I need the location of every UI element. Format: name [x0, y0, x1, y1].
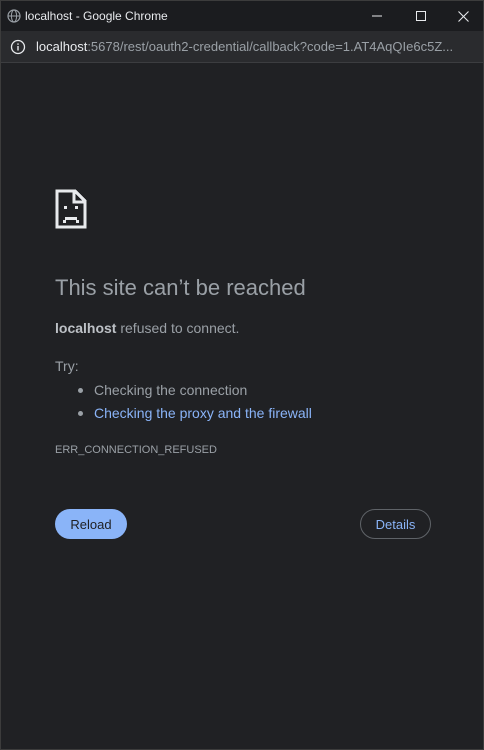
- minimize-button[interactable]: [355, 1, 399, 31]
- suggestion-check-proxy-link[interactable]: Checking the proxy and the firewall: [55, 402, 312, 425]
- maximize-button[interactable]: [399, 1, 443, 31]
- close-button[interactable]: [441, 1, 483, 31]
- suggestion-check-connection: Checking the connection: [55, 379, 312, 402]
- title-bar: localhost - Google Chrome: [1, 1, 483, 31]
- close-icon: [457, 10, 469, 22]
- refused-message: localhost refused to connect.: [55, 320, 239, 336]
- url-host: localhost: [36, 39, 88, 54]
- refused-host: localhost: [55, 320, 117, 336]
- reload-button[interactable]: Reload: [55, 509, 127, 539]
- minimize-icon: [372, 15, 382, 17]
- details-button[interactable]: Details: [360, 509, 431, 539]
- info-icon[interactable]: [10, 39, 26, 55]
- error-code: ERR_CONNECTION_REFUSED: [55, 444, 217, 456]
- window-title: localhost - Google Chrome: [25, 9, 168, 23]
- try-label: Try:: [55, 358, 79, 374]
- refused-text: refused to connect.: [116, 320, 240, 336]
- address-bar[interactable]: localhost:5678/rest/oauth2-credential/ca…: [1, 31, 483, 63]
- sad-page-icon: [55, 189, 87, 229]
- maximize-icon: [416, 11, 426, 21]
- globe-icon: [7, 9, 21, 23]
- error-page: This site can’t be reached localhost ref…: [1, 63, 483, 749]
- error-heading: This site can’t be reached: [55, 275, 306, 300]
- url-text[interactable]: localhost:5678/rest/oauth2-credential/ca…: [36, 39, 476, 54]
- browser-window: localhost - Google Chrome localhost:5678…: [0, 0, 484, 750]
- suggestion-list: Checking the connection Checking the pro…: [55, 379, 312, 425]
- url-path: :5678/rest/oauth2-credential/callback?co…: [87, 39, 454, 54]
